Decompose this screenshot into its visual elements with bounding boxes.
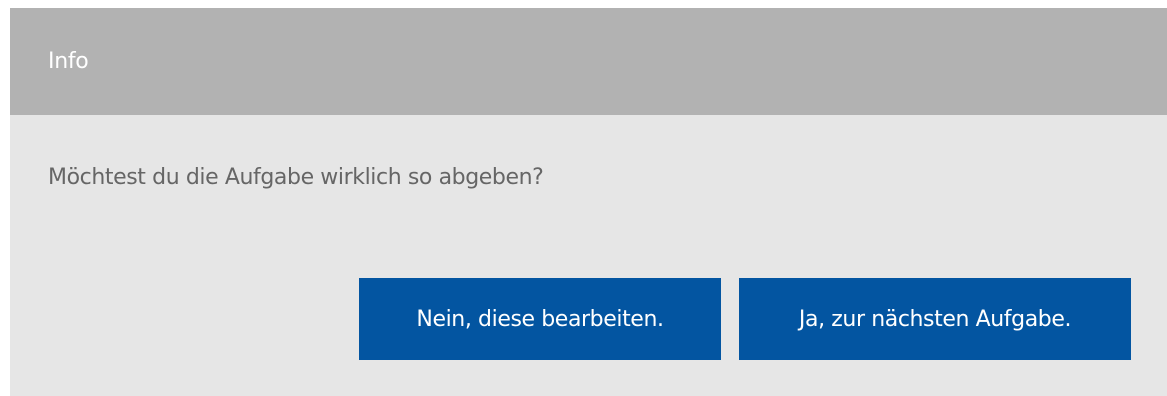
edit-task-button[interactable]: Nein, diese bearbeiten.: [359, 278, 721, 360]
dialog-body: Möchtest du die Aufgabe wirklich so abge…: [10, 115, 1167, 190]
dialog-message: Möchtest du die Aufgabe wirklich so abge…: [48, 165, 544, 190]
confirm-dialog: Info Möchtest du die Aufgabe wirklich so…: [10, 8, 1167, 396]
dialog-footer: Nein, diese bearbeiten. Ja, zur nächsten…: [359, 278, 1131, 360]
dialog-title: Info: [48, 49, 89, 74]
next-task-button[interactable]: Ja, zur nächsten Aufgabe.: [739, 278, 1131, 360]
dialog-header: Info: [10, 8, 1167, 115]
